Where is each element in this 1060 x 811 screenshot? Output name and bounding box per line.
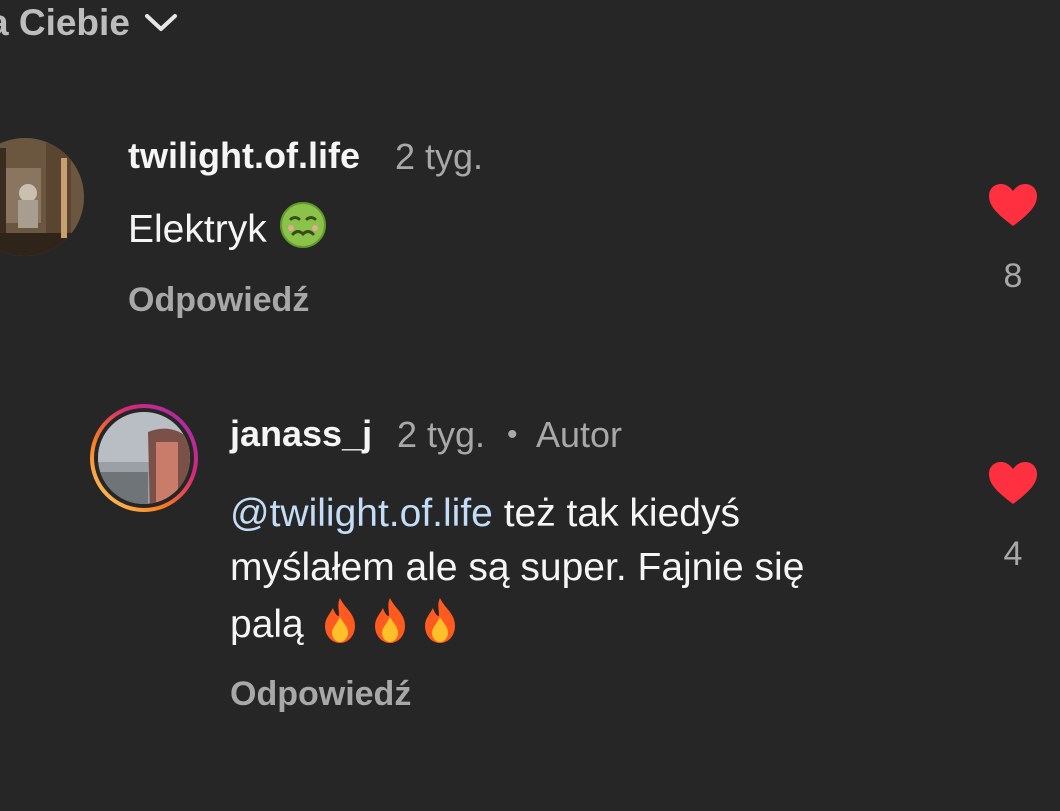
heart-icon[interactable]	[987, 460, 1039, 506]
comment-time: 2 tyg.	[395, 136, 484, 177]
fire-emoji	[324, 598, 355, 643]
nauseated-face-emoji	[279, 202, 326, 248]
fire-emoji-group	[304, 598, 465, 646]
comment-text-content: Elektryk	[128, 208, 267, 251]
fire-emoji	[424, 598, 455, 643]
fire-emoji	[374, 598, 405, 643]
mention-link[interactable]: @twilight.of.life	[230, 492, 493, 535]
comment-username[interactable]: twilight.of.life	[128, 135, 360, 177]
comment-text: Elektryk	[128, 200, 328, 257]
author-badge: Autor	[536, 414, 623, 455]
comment-item: twilight.of.life 2 tyg. Elektryk Odpowie…	[0, 0, 1060, 340]
comment-text-line2: myślałem ale są super. Fajnie się	[230, 546, 805, 589]
comment-username[interactable]: janass_j	[230, 413, 372, 455]
comment-text-line3: palą	[230, 603, 304, 646]
avatar-story-ring[interactable]	[88, 402, 200, 514]
comments-screen: a Ciebie twilight.of.life 2 tyg. Elektry…	[0, 0, 1060, 811]
like-count: 4	[1003, 535, 1023, 573]
like-count: 8	[1003, 257, 1023, 295]
avatar[interactable]	[0, 138, 84, 256]
comment-text: @twilight.of.life też tak kiedyś myślałe…	[230, 487, 950, 652]
reply-button[interactable]: Odpowiedź	[230, 675, 411, 714]
comment-time: 2 tyg.	[397, 414, 486, 455]
heart-icon[interactable]	[987, 182, 1039, 228]
comment-text-line1: też tak kiedyś	[492, 492, 740, 535]
reply-button[interactable]: Odpowiedź	[128, 281, 309, 320]
separator-dot: •	[507, 418, 518, 451]
comment-reply-item: janass_j 2 tyg. • Autor @twilight.of.lif…	[0, 340, 1060, 760]
